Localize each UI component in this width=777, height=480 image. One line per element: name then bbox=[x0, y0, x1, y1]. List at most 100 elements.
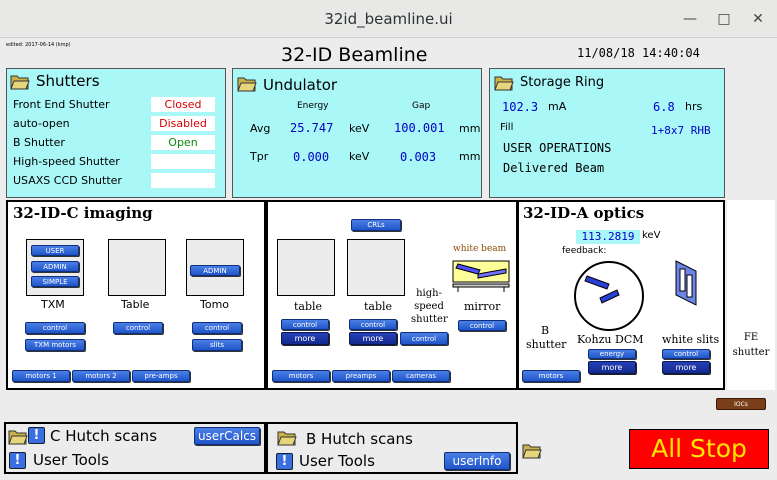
table1-label: table bbox=[294, 300, 323, 313]
energy-readback: 113.2819 bbox=[576, 230, 640, 244]
usaxs-ccd-shutter-status bbox=[151, 173, 215, 188]
tomo-control-button[interactable]: control bbox=[192, 322, 242, 334]
txm-control-button[interactable]: control bbox=[25, 322, 85, 334]
undulator-title: Undulator bbox=[263, 76, 338, 94]
txm-motors-button[interactable]: TXM motors bbox=[25, 339, 85, 351]
fe-shutter-label: FE shutter bbox=[732, 332, 770, 358]
txm-user-button[interactable]: USER bbox=[31, 245, 79, 256]
user-info-button[interactable]: userInfo bbox=[444, 452, 510, 470]
folder-icon[interactable] bbox=[494, 74, 514, 91]
close-button[interactable]: ✕ bbox=[748, 9, 768, 29]
hs-shutter-label: high-speed shutter bbox=[411, 288, 448, 325]
fe-area: FE shutter bbox=[727, 200, 775, 390]
c-hutch-box: ! C Hutch scans userCalcs ! User Tools bbox=[4, 422, 266, 474]
feedback-label: feedback: bbox=[562, 246, 607, 256]
tomo-label: Tomo bbox=[200, 298, 230, 311]
preamps-button[interactable]: pre-amps bbox=[132, 370, 190, 382]
shutter-label: High-speed Shutter bbox=[13, 155, 120, 168]
beam-status: Delivered Beam bbox=[503, 161, 605, 175]
storage-ring-panel: Storage Ring 102.3 mA 6.8 hrs Fill 1+8x7… bbox=[489, 68, 725, 198]
beamline-canvas: edited: 2017-06-14 (kmp) 32-ID Beamline … bbox=[0, 38, 777, 480]
mirror-control-button[interactable]: control bbox=[458, 320, 506, 331]
txm-simple-button[interactable]: SIMPLE bbox=[31, 276, 79, 287]
b-hutch-box: B Hutch scans ! User Tools userInfo bbox=[266, 422, 518, 474]
folder-icon[interactable] bbox=[8, 428, 28, 445]
txm-box: USER ADMIN SIMPLE bbox=[26, 239, 84, 296]
gap-header: Gap bbox=[412, 101, 431, 111]
folder-icon[interactable] bbox=[10, 73, 30, 90]
cameras-button[interactable]: cameras bbox=[392, 370, 450, 382]
txm-admin-button[interactable]: ADMIN bbox=[31, 261, 79, 272]
shutters-title: Shutters bbox=[36, 72, 100, 90]
energy-button[interactable]: energy bbox=[588, 349, 636, 359]
avg-energy-value: 25.747 bbox=[290, 121, 334, 135]
mm-unit: mm bbox=[459, 150, 481, 163]
tpr-label: Tpr bbox=[250, 150, 269, 163]
user-calcs-button[interactable]: userCalcs bbox=[194, 427, 260, 445]
optics-motors-button[interactable]: motors bbox=[522, 370, 580, 382]
edited-note: edited: 2017-06-14 (kmp) bbox=[6, 42, 71, 48]
motors1-button[interactable]: motors 1 bbox=[12, 370, 70, 382]
folder-icon[interactable] bbox=[277, 429, 297, 446]
table-control-button[interactable]: control bbox=[113, 322, 163, 334]
table2-label: table bbox=[364, 300, 393, 313]
fill-label: Fill bbox=[500, 122, 514, 133]
motors2-button[interactable]: motors 2 bbox=[72, 370, 130, 382]
shutter-label: Front End Shutter bbox=[13, 98, 110, 111]
front-end-shutter-status: Closed bbox=[151, 97, 215, 112]
optics-title: 32-ID-A optics bbox=[523, 204, 645, 222]
operations-status: USER OPERATIONS bbox=[503, 141, 612, 155]
white-beam-label: white beam bbox=[453, 244, 507, 254]
b-hutch-scans-label: B Hutch scans bbox=[306, 430, 413, 448]
white-slits-label: white slits bbox=[662, 333, 720, 346]
folder-icon[interactable] bbox=[522, 442, 542, 459]
ring-lifetime-value: 6.8 bbox=[653, 100, 675, 114]
table2-control-button[interactable]: control bbox=[349, 319, 397, 330]
auto-open-status: Disabled bbox=[151, 116, 215, 131]
tomo-admin-button[interactable]: ADMIN bbox=[190, 265, 240, 276]
table-label: Table bbox=[121, 298, 150, 311]
all-stop-button[interactable]: All Stop bbox=[629, 429, 769, 469]
fill-pattern-value: 1+8x7 RHB bbox=[651, 124, 711, 137]
ring-current-value: 102.3 bbox=[502, 100, 539, 114]
storage-ring-title: Storage Ring bbox=[520, 75, 605, 90]
user-tools-label: User Tools bbox=[33, 451, 109, 469]
info-icon[interactable]: ! bbox=[276, 453, 293, 470]
kev-unit: keV bbox=[349, 150, 370, 163]
hs-shutter-control-button[interactable]: control bbox=[400, 332, 448, 345]
info-icon[interactable]: ! bbox=[28, 427, 45, 444]
shutter-label: B Shutter bbox=[13, 136, 65, 149]
ring-current-unit: mA bbox=[548, 100, 567, 113]
mirror-icon bbox=[452, 260, 510, 292]
table1-more-button[interactable]: more bbox=[281, 332, 329, 345]
txm-label: TXM bbox=[41, 298, 65, 311]
ring-lifetime-unit: hrs bbox=[685, 100, 703, 113]
slits-button[interactable]: slits bbox=[192, 339, 242, 351]
undulator-panel: Undulator Energy Gap Avg 25.747 keV 100.… bbox=[232, 68, 482, 198]
mirror-label: mirror bbox=[464, 300, 501, 313]
shutters-panel: Shutters Front End Shutter Closed auto-o… bbox=[6, 68, 226, 198]
tpr-energy-value: 0.000 bbox=[293, 150, 330, 164]
high-speed-shutter-status bbox=[151, 154, 215, 169]
minimize-button[interactable]: — bbox=[680, 9, 700, 29]
iocs-button[interactable]: IOCs bbox=[716, 398, 766, 410]
table1-control-button[interactable]: control bbox=[281, 319, 329, 330]
slits-control-button[interactable]: control bbox=[662, 349, 710, 359]
window-titlebar: 32id_beamline.ui — □ ✕ bbox=[0, 0, 777, 38]
maximize-button[interactable]: □ bbox=[714, 9, 734, 29]
tomo-box: ADMIN bbox=[186, 239, 244, 296]
table2-more-button[interactable]: more bbox=[349, 332, 397, 345]
mm-unit: mm bbox=[459, 122, 481, 135]
table-box bbox=[108, 239, 166, 296]
slits-more-button[interactable]: more bbox=[662, 361, 710, 374]
dcm-more-button[interactable]: more bbox=[588, 361, 636, 374]
avg-gap-value: 100.001 bbox=[394, 121, 445, 135]
imaging-title: 32-ID-C imaging bbox=[13, 204, 153, 222]
info-icon[interactable]: ! bbox=[9, 452, 26, 469]
motors-button[interactable]: motors bbox=[272, 370, 330, 382]
user-tools-label: User Tools bbox=[299, 452, 375, 470]
folder-icon[interactable] bbox=[237, 75, 257, 92]
preamps-button[interactable]: preamps bbox=[332, 370, 390, 382]
crls-button[interactable]: CRLs bbox=[351, 219, 401, 231]
energy-header: Energy bbox=[297, 101, 329, 111]
